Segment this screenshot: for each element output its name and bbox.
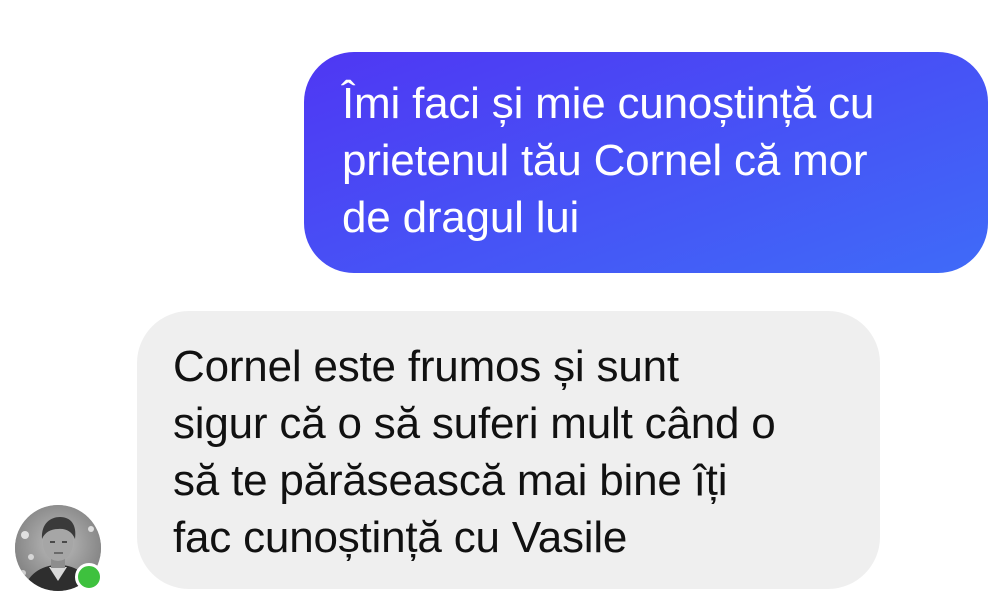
message-line: de dragul lui [342,193,580,242]
message-line: Cornel este frumos și sunt [173,342,679,391]
incoming-message-bubble[interactable]: Cornel este frumos și sunt sigur că o să… [137,311,880,589]
message-line: să te părăsească mai bine îți [173,456,728,505]
message-line: sigur că o să suferi mult când o [173,399,776,448]
message-line: fac cunoștință cu Vasile [173,513,628,562]
chat-screen: Îmi faci și mie cunoștință cu prietenul … [0,0,996,595]
online-status-indicator [75,563,103,591]
outgoing-message-bubble[interactable]: Îmi faci și mie cunoștință cu prietenul … [304,52,988,273]
message-line: Îmi faci și mie cunoștință cu [342,79,875,128]
message-line: prietenul tău Cornel că mor [342,136,868,185]
